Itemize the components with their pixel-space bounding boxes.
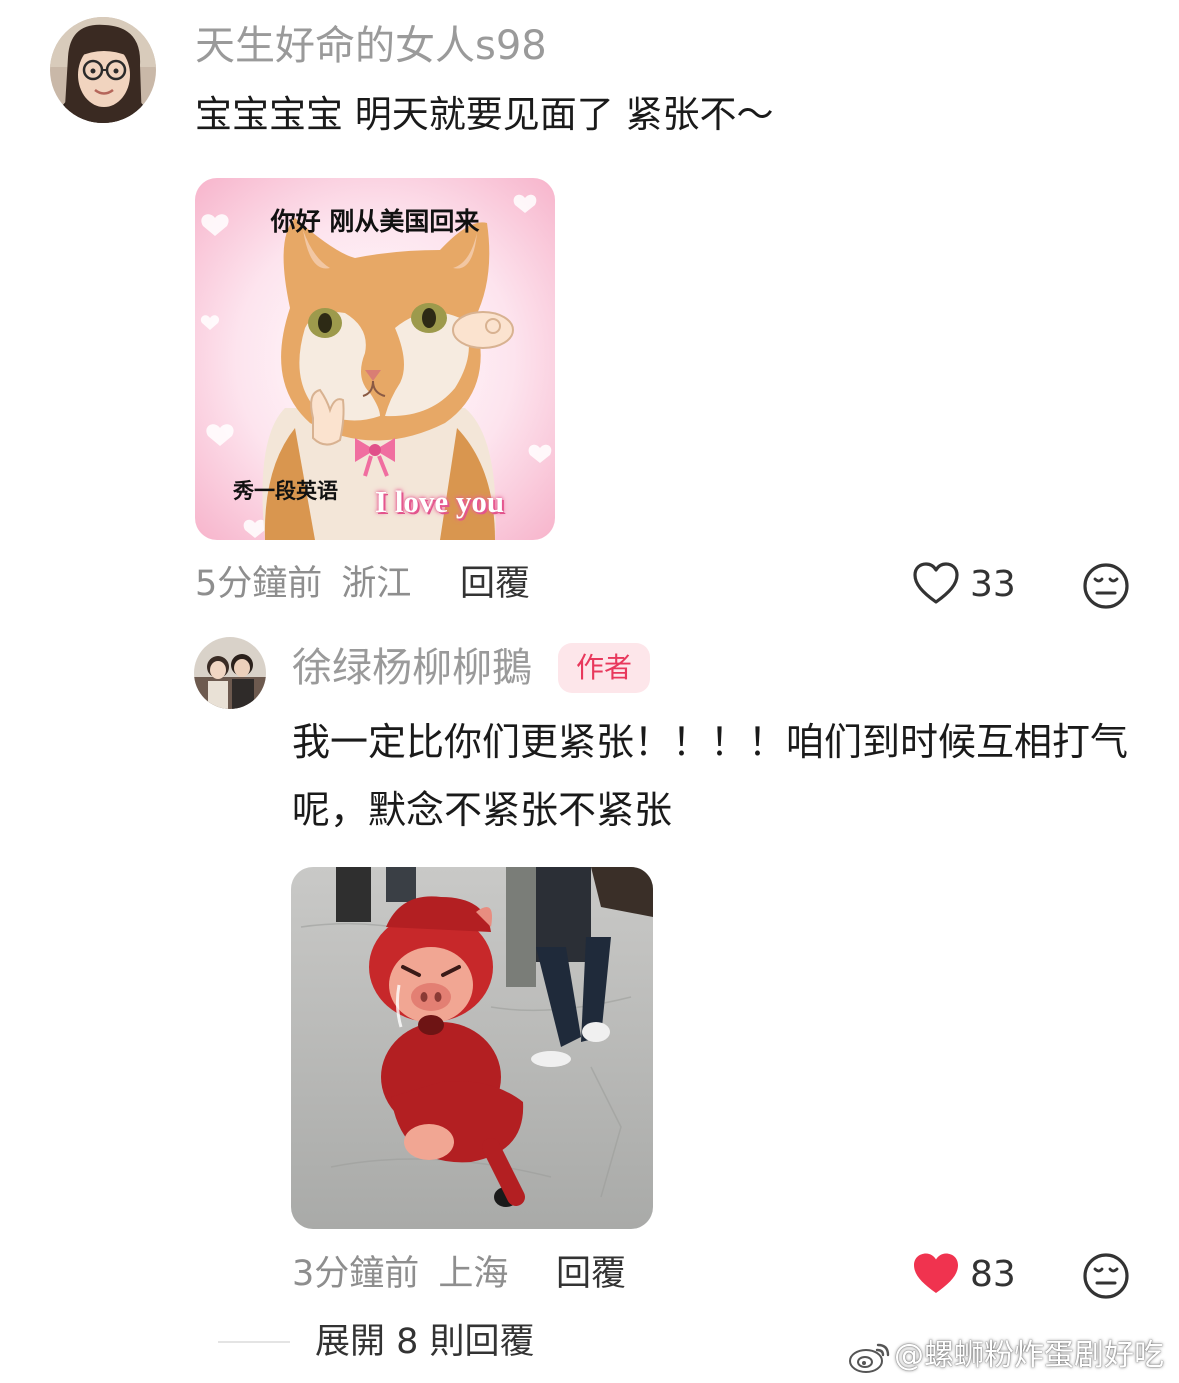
like-button[interactable]: 83: [912, 1250, 1022, 1300]
reply-button[interactable]: 回覆: [556, 1252, 626, 1296]
meh-face-icon[interactable]: [1082, 562, 1130, 610]
cat-sticker-image[interactable]: 你好 刚从美国回来 秀一段英语 I love you: [195, 178, 555, 540]
avatar[interactable]: [194, 637, 266, 709]
heart-outline-icon: [913, 562, 959, 604]
comment-username[interactable]: 徐绿杨柳柳鵝: [292, 644, 532, 692]
comment-username[interactable]: 天生好命的女人s98: [195, 22, 547, 70]
like-count: 33: [970, 564, 1016, 605]
like-button[interactable]: 33: [912, 560, 1022, 610]
pig-sticker-image[interactable]: [291, 867, 653, 1229]
comment-text: 宝宝宝宝 明天就要见面了 紧张不～: [195, 93, 774, 136]
reply-button[interactable]: 回覆: [460, 562, 530, 606]
avatar[interactable]: [50, 17, 156, 123]
comment-time: 3分鐘前: [292, 1254, 420, 1294]
sticker-top-caption: 你好 刚从美国回来: [270, 207, 480, 236]
watermark-text: @螺蛳粉炸蛋剧好吃: [894, 1338, 1164, 1373]
sticker-highlight-caption: I love you: [375, 484, 505, 519]
heart-filled-icon: [914, 1253, 958, 1293]
comment-location: 浙江: [341, 564, 412, 604]
weibo-icon: [849, 1343, 890, 1373]
like-count: 83: [970, 1254, 1016, 1295]
comment-text: 我一定比你们更紧张！！！！咱们到时候互相打气呢，默念不紧张不紧张: [292, 720, 1129, 832]
comment-time: 5分鐘前: [195, 564, 323, 604]
comment-location: 上海: [438, 1254, 509, 1294]
sticker-bottom-caption: 秀一段英语: [233, 479, 338, 503]
comment-timestamp: 3分鐘前 上海: [292, 1252, 508, 1296]
meh-face-icon[interactable]: [1082, 1252, 1130, 1300]
comment-timestamp: 5分鐘前 浙江: [195, 562, 411, 606]
expand-replies-button[interactable]: 展開 8 則回覆: [315, 1320, 535, 1364]
expand-divider: [218, 1341, 290, 1343]
author-badge: 作者: [558, 643, 651, 693]
